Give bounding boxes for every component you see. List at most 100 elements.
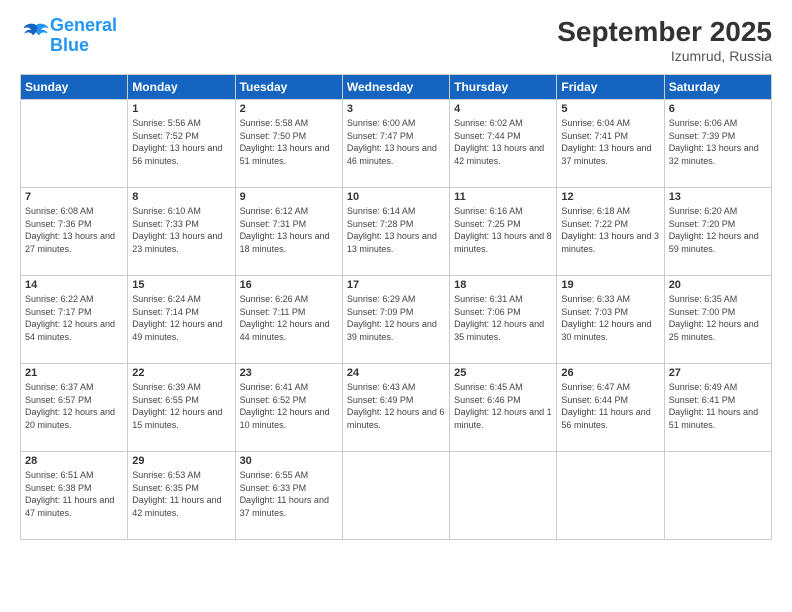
day-info: Sunrise: 6:53 AMSunset: 6:35 PMDaylight:… [132,469,230,519]
day-info: Sunrise: 6:39 AMSunset: 6:55 PMDaylight:… [132,381,230,431]
day-number: 27 [669,367,767,379]
day-info: Sunrise: 6:10 AMSunset: 7:33 PMDaylight:… [132,205,230,255]
day-number: 29 [132,455,230,467]
day-number: 7 [25,191,123,203]
day-info: Sunrise: 6:00 AMSunset: 7:47 PMDaylight:… [347,117,445,167]
calendar-cell: 5Sunrise: 6:04 AMSunset: 7:41 PMDaylight… [557,100,664,188]
calendar-cell: 25 Sunrise: 6:45 AMSunset: 6:46 PMDayligh… [450,364,557,452]
calendar-cell: 15 Sunrise: 6:24 AMSunset: 7:14 PMDayligh… [128,276,235,364]
calendar-cell: 28Sunrise: 6:51 AMSunset: 6:38 PMDayligh… [21,452,128,540]
day-number: 9 [240,191,338,203]
calendar-cell: 24 Sunrise: 6:43 AMSunset: 6:49 PMDayligh… [342,364,449,452]
day-number: 4 [454,103,552,115]
day-number: 24 [347,367,445,379]
day-info: Sunrise: 6:33 AMSunset: 7:03 PMDaylight:… [561,293,659,343]
calendar-cell: 14 Sunrise: 6:22 AMSunset: 7:17 PMDayligh… [21,276,128,364]
day-number: 6 [669,103,767,115]
day-number: 17 [347,279,445,291]
day-info: Sunrise: 6:37 AMSunset: 6:57 PMDaylight:… [25,381,123,431]
day-number: 22 [132,367,230,379]
day-number: 3 [347,103,445,115]
day-number: 20 [669,279,767,291]
day-info: Sunrise: 6:55 AMSunset: 6:33 PMDaylight:… [240,469,338,519]
day-info: Sunrise: 6:29 AMSunset: 7:09 PMDaylight:… [347,293,445,343]
calendar-cell: 3 Sunrise: 6:00 AMSunset: 7:47 PMDaylight… [342,100,449,188]
calendar-cell: 11Sunrise: 6:16 AMSunset: 7:25 PMDayligh… [450,188,557,276]
week-row-2: 7 Sunrise: 6:08 AMSunset: 7:36 PMDaylight… [21,188,772,276]
calendar-cell: 29 Sunrise: 6:53 AMSunset: 6:35 PMDayligh… [128,452,235,540]
day-number: 2 [240,103,338,115]
day-number: 18 [454,279,552,291]
day-info: Sunrise: 6:18 AMSunset: 7:22 PMDaylight:… [561,205,659,255]
title-block: September 2025 Izumrud, Russia [557,16,772,64]
calendar-cell: 12 Sunrise: 6:18 AMSunset: 7:22 PMDayligh… [557,188,664,276]
calendar-cell [450,452,557,540]
header: General Blue September 2025 Izumrud, Rus… [20,16,772,64]
day-info: Sunrise: 6:02 AMSunset: 7:44 PMDaylight:… [454,117,552,167]
day-info: Sunrise: 6:06 AMSunset: 7:39 PMDaylight:… [669,117,767,167]
calendar-cell: 27Sunrise: 6:49 AMSunset: 6:41 PMDayligh… [664,364,771,452]
calendar-header-row: Sunday Monday Tuesday Wednesday Thursday… [21,75,772,100]
day-number: 15 [132,279,230,291]
day-info: Sunrise: 6:51 AMSunset: 6:38 PMDaylight:… [25,469,123,519]
calendar-cell: 26Sunrise: 6:47 AMSunset: 6:44 PMDayligh… [557,364,664,452]
calendar-cell: 10 Sunrise: 6:14 AMSunset: 7:28 PMDayligh… [342,188,449,276]
day-number: 19 [561,279,659,291]
logo: General Blue [20,16,117,56]
location: Izumrud, Russia [557,48,772,64]
calendar-cell: 17 Sunrise: 6:29 AMSunset: 7:09 PMDayligh… [342,276,449,364]
col-tuesday: Tuesday [235,75,342,100]
day-number: 13 [669,191,767,203]
calendar-cell: 4 Sunrise: 6:02 AMSunset: 7:44 PMDaylight… [450,100,557,188]
day-info: Sunrise: 5:56 AMSunset: 7:52 PMDaylight:… [132,117,230,167]
day-number: 8 [132,191,230,203]
logo-blue: Blue [50,35,89,55]
col-sunday: Sunday [21,75,128,100]
calendar-cell [557,452,664,540]
calendar-cell: 30 Sunrise: 6:55 AMSunset: 6:33 PMDayligh… [235,452,342,540]
day-number: 5 [561,103,659,115]
day-number: 21 [25,367,123,379]
day-number: 10 [347,191,445,203]
logo-text: General Blue [50,16,117,56]
day-info: Sunrise: 6:20 AMSunset: 7:20 PMDaylight:… [669,205,767,255]
day-info: Sunrise: 6:08 AMSunset: 7:36 PMDaylight:… [25,205,123,255]
day-info: Sunrise: 6:14 AMSunset: 7:28 PMDaylight:… [347,205,445,255]
logo-icon [22,22,50,44]
day-number: 30 [240,455,338,467]
week-row-1: 1Sunrise: 5:56 AMSunset: 7:52 PMDaylight… [21,100,772,188]
calendar-cell: 2 Sunrise: 5:58 AMSunset: 7:50 PMDaylight… [235,100,342,188]
day-info: Sunrise: 6:16 AMSunset: 7:25 PMDaylight:… [454,205,552,255]
day-info: Sunrise: 6:35 AMSunset: 7:00 PMDaylight:… [669,293,767,343]
day-info: Sunrise: 6:22 AMSunset: 7:17 PMDaylight:… [25,293,123,343]
col-monday: Monday [128,75,235,100]
calendar-cell: 18 Sunrise: 6:31 AMSunset: 7:06 PMDayligh… [450,276,557,364]
day-info: Sunrise: 6:24 AMSunset: 7:14 PMDaylight:… [132,293,230,343]
week-row-5: 28Sunrise: 6:51 AMSunset: 6:38 PMDayligh… [21,452,772,540]
calendar-cell: 23 Sunrise: 6:41 AMSunset: 6:52 PMDayligh… [235,364,342,452]
calendar-cell: 8 Sunrise: 6:10 AMSunset: 7:33 PMDaylight… [128,188,235,276]
day-info: Sunrise: 6:31 AMSunset: 7:06 PMDaylight:… [454,293,552,343]
day-info: Sunrise: 5:58 AMSunset: 7:50 PMDaylight:… [240,117,338,167]
col-saturday: Saturday [664,75,771,100]
day-number: 23 [240,367,338,379]
calendar-cell [664,452,771,540]
day-info: Sunrise: 6:26 AMSunset: 7:11 PMDaylight:… [240,293,338,343]
day-number: 26 [561,367,659,379]
calendar-cell: 13 Sunrise: 6:20 AMSunset: 7:20 PMDayligh… [664,188,771,276]
day-info: Sunrise: 6:43 AMSunset: 6:49 PMDaylight:… [347,381,445,431]
week-row-3: 14 Sunrise: 6:22 AMSunset: 7:17 PMDayligh… [21,276,772,364]
day-number: 25 [454,367,552,379]
day-number: 14 [25,279,123,291]
logo-general: General [50,15,117,35]
calendar-cell [342,452,449,540]
col-thursday: Thursday [450,75,557,100]
calendar-table: Sunday Monday Tuesday Wednesday Thursday… [20,74,772,540]
calendar-cell: 1Sunrise: 5:56 AMSunset: 7:52 PMDaylight… [128,100,235,188]
day-info: Sunrise: 6:41 AMSunset: 6:52 PMDaylight:… [240,381,338,431]
day-info: Sunrise: 6:45 AMSunset: 6:46 PMDaylight:… [454,381,552,431]
day-info: Sunrise: 6:12 AMSunset: 7:31 PMDaylight:… [240,205,338,255]
day-number: 12 [561,191,659,203]
month-title: September 2025 [557,16,772,48]
calendar-cell: 9 Sunrise: 6:12 AMSunset: 7:31 PMDaylight… [235,188,342,276]
